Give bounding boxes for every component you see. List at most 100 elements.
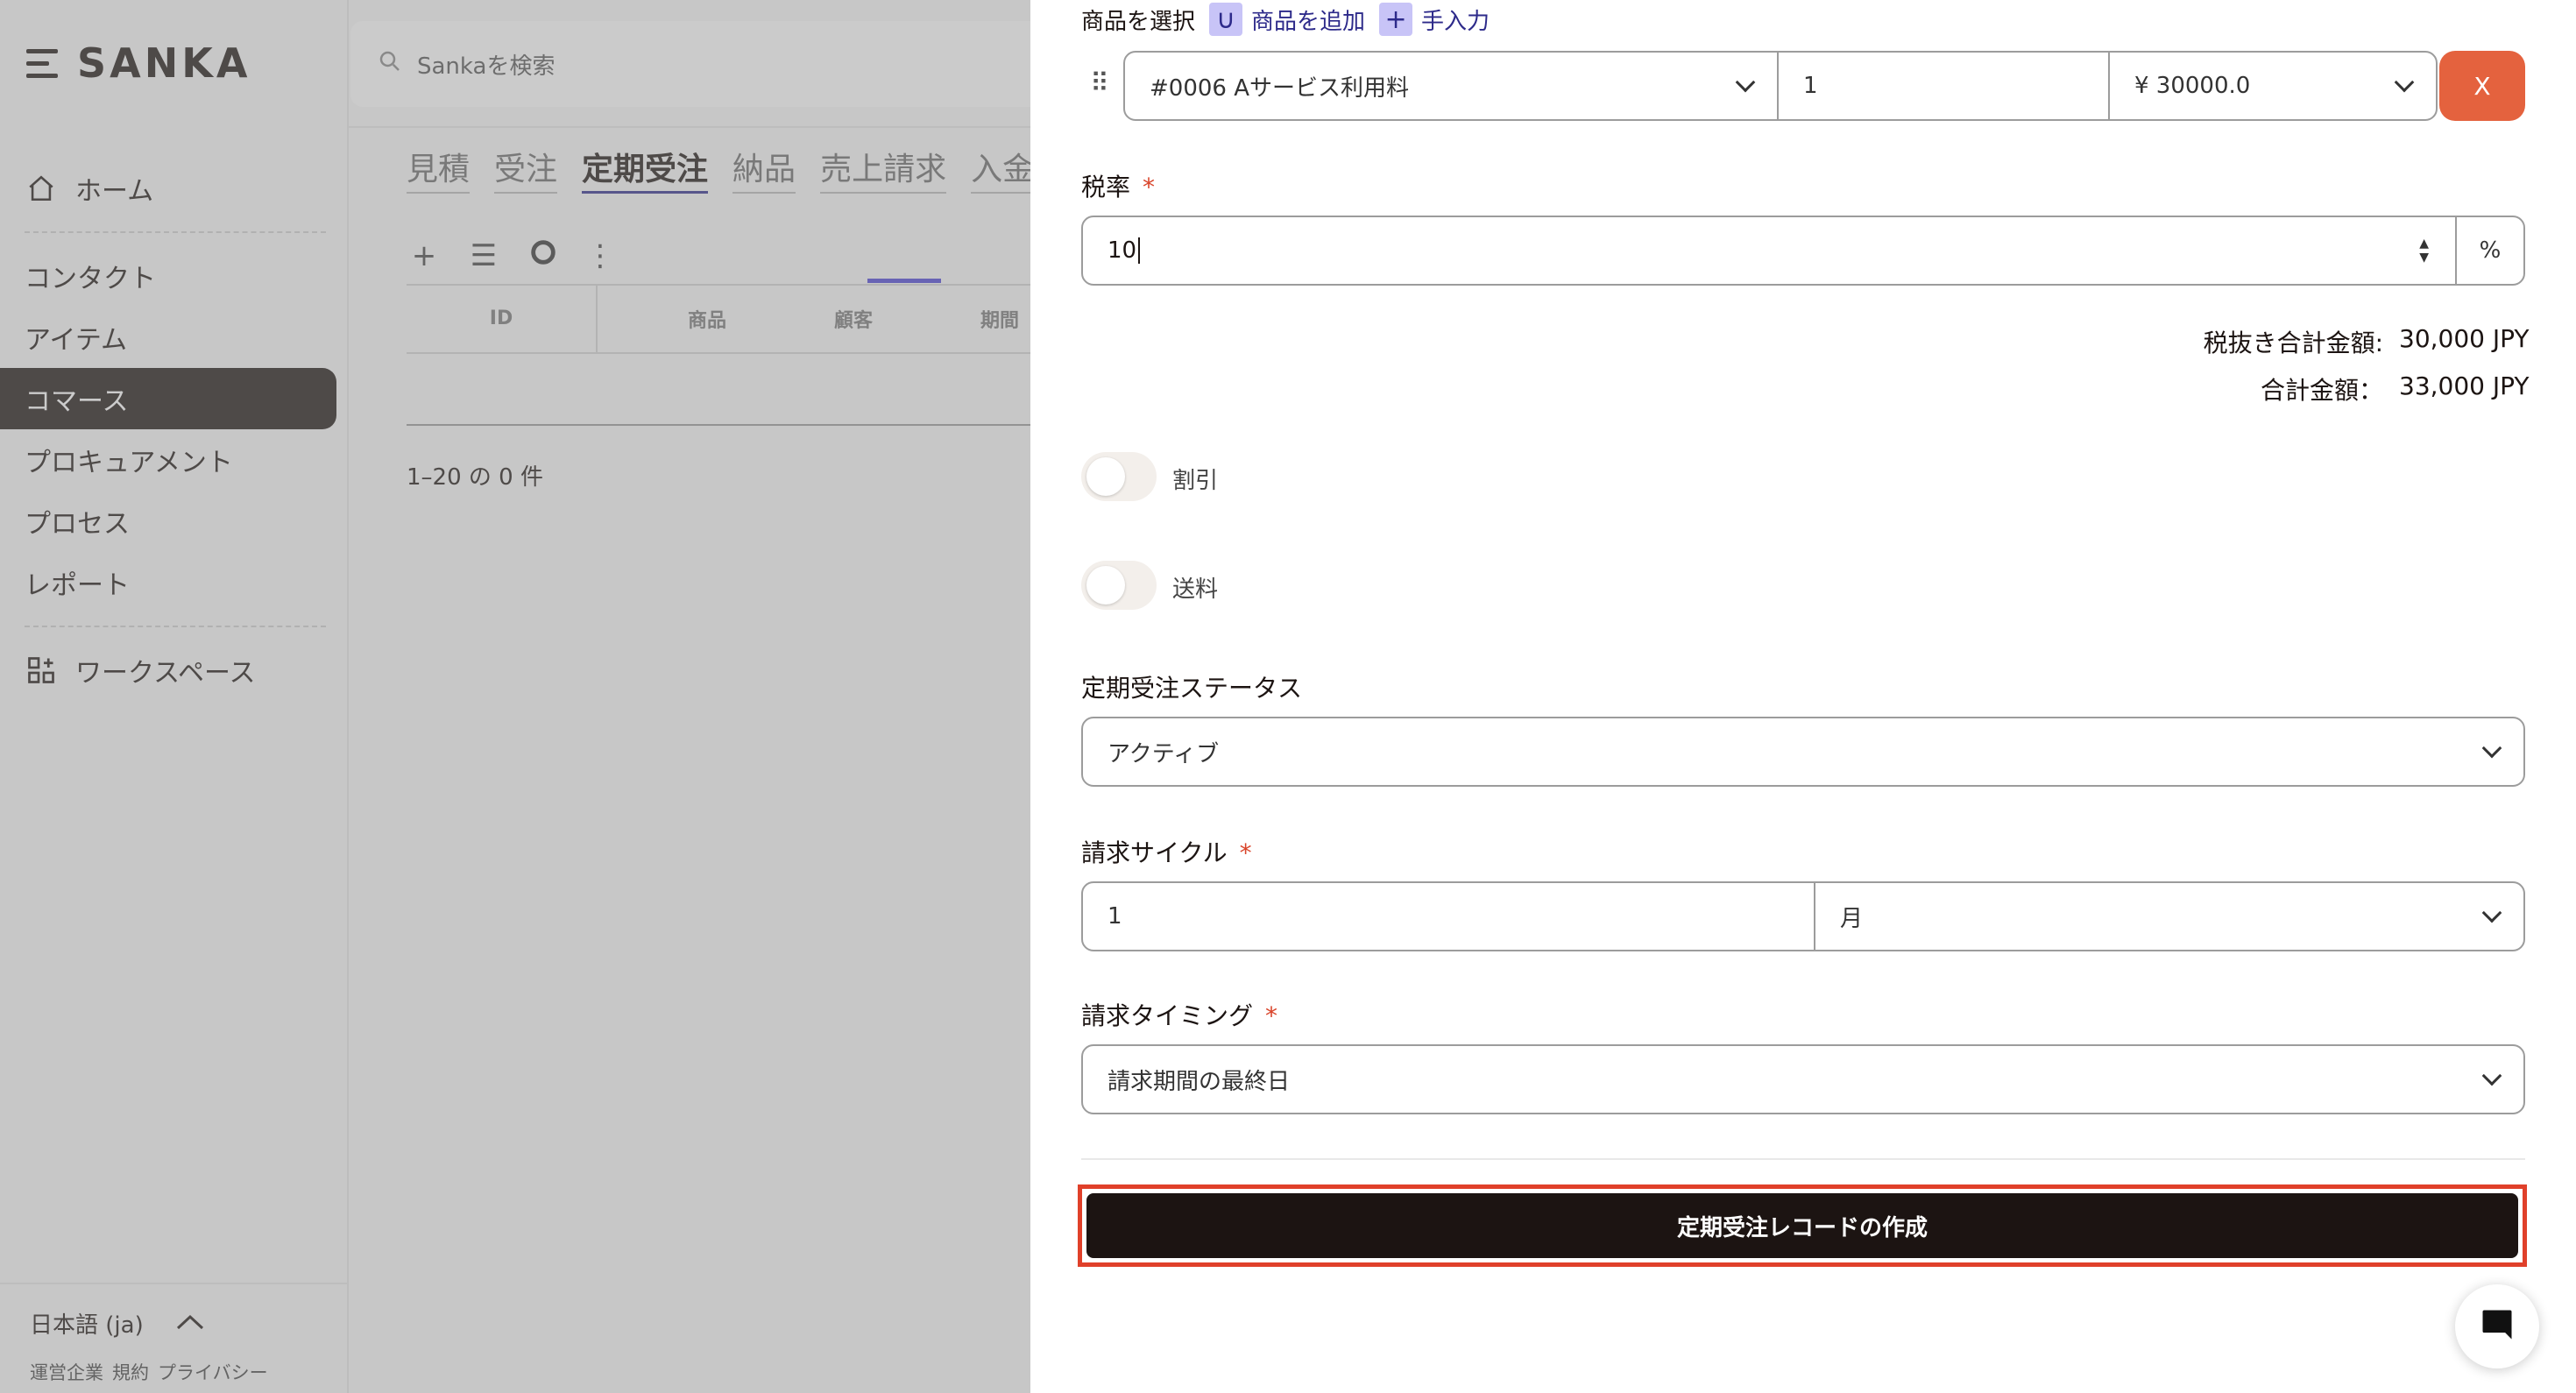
privacy-link[interactable]: プライバシー <box>158 1359 268 1385</box>
billing-cycle-label-text: 請求サイクル <box>1081 838 1228 867</box>
legal-links: 運営企業 規約 プライバシー <box>30 1359 349 1385</box>
billing-timing-label: 請求タイミング * <box>1081 997 1277 1032</box>
billing-timing-label-text: 請求タイミング <box>1081 1001 1254 1030</box>
terms-link[interactable]: 規約 <box>112 1359 149 1385</box>
subtotal-value: 30,000 JPY <box>2399 324 2530 353</box>
sidebar-item-label: コンタクト <box>25 264 156 294</box>
billing-cycle-value: 1 <box>1108 903 1122 930</box>
chevron-down-icon <box>2481 1065 2502 1086</box>
sidebar-item-home[interactable]: ホーム <box>0 158 349 219</box>
shipping-toggle[interactable] <box>1081 561 1157 610</box>
chat-button[interactable] <box>2455 1284 2539 1368</box>
total-value: 33,000 JPY <box>2399 371 2530 400</box>
workspace-grid-icon <box>25 654 58 687</box>
product-select-header: 商品を選択 ∪ 商品を追加 + 手入力 <box>1081 0 1495 39</box>
brand-logo: SANKA <box>77 39 251 87</box>
sidebar-item-label: プロキュアメント <box>25 448 233 478</box>
sidebar-divider <box>25 626 326 627</box>
status-value: アクティブ <box>1108 740 1220 767</box>
required-mark: * <box>1265 1001 1278 1030</box>
form-divider <box>1081 1158 2525 1160</box>
sidebar-item-label: レポート <box>25 570 130 601</box>
billing-timing-select[interactable]: 請求期間の最終日 <box>1081 1044 2525 1114</box>
pagination-text: 1–20 の 0 件 <box>407 464 543 491</box>
line-item-quantity-value: 1 <box>1803 73 1818 99</box>
drag-handle-icon[interactable]: ⠿ <box>1090 68 1109 99</box>
line-item-product-select[interactable]: #0006 Aサービス利用料 <box>1123 51 1779 121</box>
sidebar-nav: ホーム コンタクト アイテム コマース プロキュアメント プロセス レポート ワ… <box>0 158 349 701</box>
text-cursor <box>1138 237 1141 264</box>
sidebar-item-label: ホーム <box>75 176 154 207</box>
chevron-down-icon <box>1735 72 1756 93</box>
required-mark: * <box>1239 838 1252 867</box>
search-input[interactable]: Sankaを検索 <box>350 21 1030 107</box>
billing-cycle-number-input[interactable]: 1 <box>1081 881 1815 951</box>
chevron-up-icon <box>175 1311 205 1337</box>
chevron-down-icon <box>2394 72 2415 93</box>
column-header-id[interactable]: ID <box>407 284 598 354</box>
sidebar-item-label: コマース <box>25 386 129 417</box>
chat-icon <box>2478 1305 2516 1347</box>
search-icon <box>377 48 403 81</box>
list-view-icon[interactable]: ☰ <box>466 238 501 273</box>
line-item-product-value: #0006 Aサービス利用料 <box>1150 74 1410 102</box>
tax-rate-unit: % <box>2455 216 2525 286</box>
sidebar-item-label: アイテム <box>25 325 127 356</box>
column-header-product[interactable]: 商品 <box>598 305 817 333</box>
active-view-indicator <box>867 279 941 283</box>
sidebar-item-items[interactable]: アイテム <box>0 307 349 368</box>
add-product-link[interactable]: 商品を追加 <box>1251 4 1365 36</box>
tab-orders[interactable]: 受注 <box>494 144 558 194</box>
sidebar-item-contacts[interactable]: コンタクト <box>0 245 349 307</box>
tab-deliveries[interactable]: 納品 <box>732 144 796 194</box>
magnet-icon[interactable]: ∪ <box>1209 3 1243 36</box>
tab-subscriptions[interactable]: 定期受注 <box>582 144 709 194</box>
column-header-customer[interactable]: 顧客 <box>817 305 890 333</box>
create-subscription-button[interactable]: 定期受注レコードの作成 <box>1086 1193 2518 1258</box>
sidebar-item-process[interactable]: プロセス <box>0 491 349 552</box>
product-select-label: 商品を選択 <box>1081 8 1196 35</box>
sidebar-item-workspace[interactable]: ワークスペース <box>0 640 349 701</box>
menu-icon[interactable] <box>26 46 61 81</box>
tax-rate-unit-text: % <box>2479 237 2502 264</box>
add-icon[interactable]: + <box>407 238 442 273</box>
sidebar-item-commerce[interactable]: コマース <box>0 368 336 429</box>
tab-quotes[interactable]: 見積 <box>407 144 471 194</box>
total-label: 合計金額： <box>2260 376 2383 405</box>
remove-line-item-button[interactable]: X <box>2439 51 2525 121</box>
language-label: 日本語 (ja) <box>30 1312 144 1339</box>
discount-label: 割引 <box>1172 468 1219 494</box>
shipping-label: 送料 <box>1172 576 1219 603</box>
billing-cycle-unit-select[interactable]: 月 <box>1814 881 2525 951</box>
commerce-tabs: 見積 受注 定期受注 納品 売上請求 入金 <box>407 144 1030 194</box>
circle-view-icon[interactable] <box>526 237 561 275</box>
line-item-price-select[interactable]: ¥ 30000.0 <box>2108 51 2438 121</box>
sidebar-item-procurement[interactable]: プロキュアメント <box>0 429 349 491</box>
main-content: 見積 受注 定期受注 納品 売上請求 入金 + ☰ ⋮ ID 商品 顧客 期間 … <box>349 128 1030 1393</box>
tab-invoices[interactable]: 売上請求 <box>820 144 947 194</box>
company-link[interactable]: 運営企業 <box>30 1359 103 1385</box>
column-header-period[interactable]: 期間 <box>890 305 1030 333</box>
tax-rate-label-text: 税率 <box>1081 173 1131 202</box>
line-item-price-value: ¥ 30000.0 <box>2134 73 2251 99</box>
toggle-knob <box>1086 566 1125 605</box>
sidebar-item-label: プロセス <box>25 509 130 540</box>
tax-rate-input[interactable]: 10 ▲ ▼ <box>1081 216 2457 286</box>
billing-cycle-unit-value: 月 <box>1840 905 1864 932</box>
discount-toggle[interactable] <box>1081 452 1157 501</box>
tax-rate-value: 10 <box>1108 237 1137 264</box>
more-options-icon[interactable]: ⋮ <box>585 238 615 273</box>
status-select[interactable]: アクティブ <box>1081 717 2525 787</box>
toggle-knob <box>1086 457 1125 496</box>
sidebar-item-label: ワークスペース <box>75 658 256 689</box>
language-selector[interactable]: 日本語 (ja) <box>30 1307 349 1340</box>
tab-payments[interactable]: 入金 <box>971 144 1030 194</box>
search-placeholder: Sankaを検索 <box>417 53 556 80</box>
number-spinner-icon[interactable]: ▲ ▼ <box>2419 237 2429 265</box>
brand: SANKA <box>26 35 251 91</box>
plus-icon[interactable]: + <box>1379 3 1413 36</box>
sidebar-item-reports[interactable]: レポート <box>0 552 349 613</box>
manual-input-link[interactable]: 手入力 <box>1421 4 1490 36</box>
subtotal-label: 税抜き合計金額: <box>2203 329 2383 357</box>
line-item-quantity-input[interactable]: 1 <box>1777 51 2110 121</box>
